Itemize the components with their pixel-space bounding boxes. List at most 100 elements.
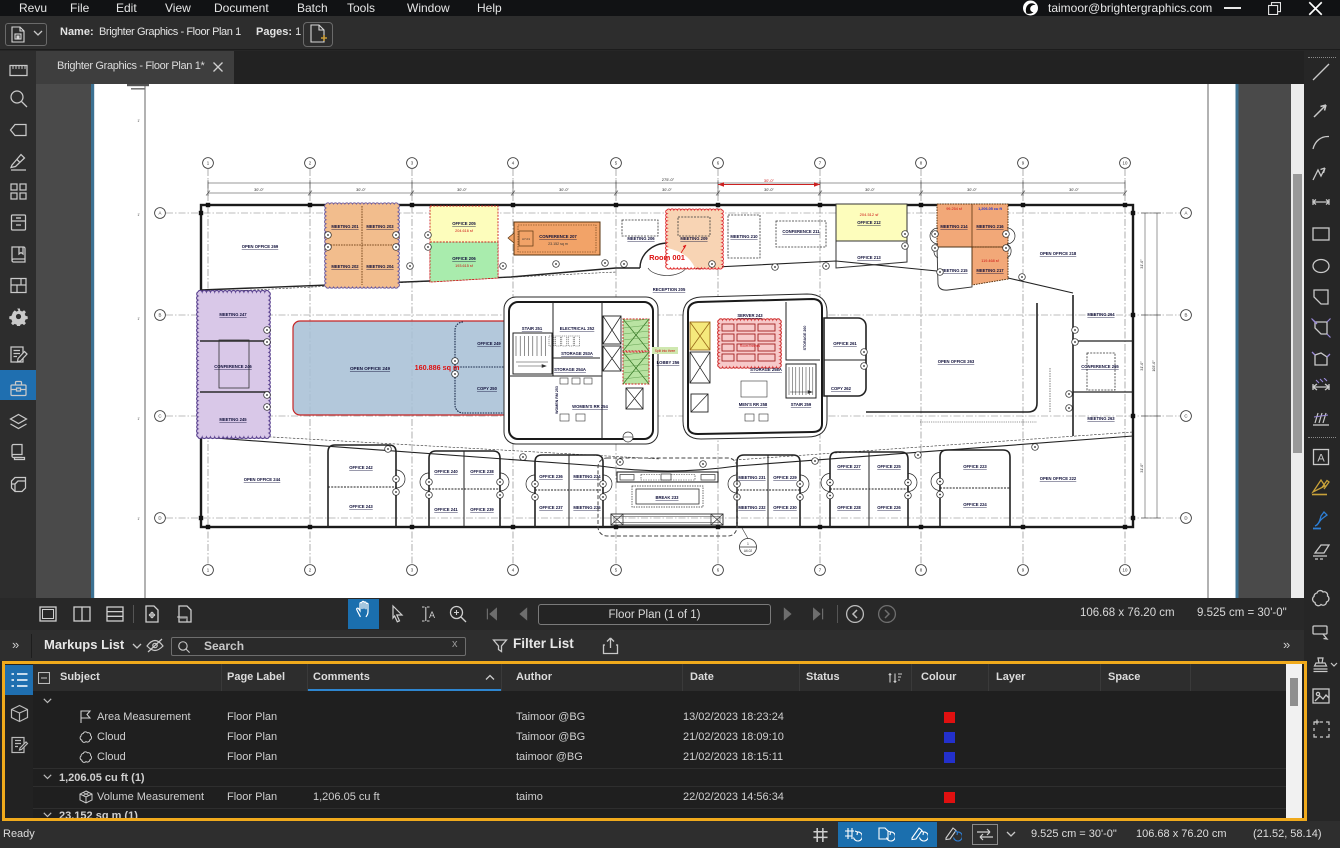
svg-text:31'-0": 31'-0" <box>1140 259 1144 269</box>
svg-text:30'-0": 30'-0" <box>764 188 774 192</box>
svg-text:COPY 250: COPY 250 <box>477 386 498 391</box>
svg-text:OFFICE 223: OFFICE 223 <box>963 464 987 469</box>
svg-text:31'-0": 31'-0" <box>1140 463 1144 473</box>
svg-text:MEETING 210: MEETING 210 <box>730 234 758 239</box>
svg-text:10: 10 <box>1123 161 1128 166</box>
svg-text:C: C <box>1184 414 1187 419</box>
svg-text:MEETING 203: MEETING 203 <box>366 224 394 229</box>
svg-text:OPEN OFFICE 222: OPEN OFFICE 222 <box>1040 476 1077 481</box>
svg-text:1': 1' <box>137 213 140 217</box>
svg-text:WOMEN'S RR 254: WOMEN'S RR 254 <box>572 404 608 409</box>
svg-text:30'-0": 30'-0" <box>764 178 775 183</box>
svg-text:99.254 sf: 99.254 sf <box>946 207 963 211</box>
svg-text:A: A <box>159 211 162 216</box>
svg-text:119.468 sf: 119.468 sf <box>981 259 999 263</box>
svg-text:A7-01: A7-01 <box>522 237 530 241</box>
svg-text:MEETING 214: MEETING 214 <box>940 224 968 229</box>
svg-text:MEETING 209: MEETING 209 <box>680 236 708 241</box>
svg-text:MEETING 264: MEETING 264 <box>1087 312 1115 317</box>
svg-text:MEETING 232: MEETING 232 <box>738 505 766 510</box>
svg-text:MEETING 247: MEETING 247 <box>219 312 247 317</box>
svg-text:A6.02: A6.02 <box>744 549 753 553</box>
svg-text:STORAGE 253A: STORAGE 253A <box>561 351 593 356</box>
svg-text:MEETING 202: MEETING 202 <box>331 264 359 269</box>
svg-text:OPEN OFFICE 244: OPEN OFFICE 244 <box>244 477 281 482</box>
svg-text:COPY 262: COPY 262 <box>831 386 852 391</box>
svg-text:MEETING 235: MEETING 235 <box>573 505 601 510</box>
svg-text:30'-0": 30'-0" <box>457 188 467 192</box>
svg-text:OPEN OFFICE 269: OPEN OFFICE 269 <box>242 244 279 249</box>
svg-text:204.616 sf: 204.616 sf <box>455 229 474 233</box>
svg-text:LOBBY 256: LOBBY 256 <box>657 360 680 365</box>
svg-text:OFFICE 228: OFFICE 228 <box>837 505 861 510</box>
svg-text:OFFICE 230: OFFICE 230 <box>773 505 797 510</box>
svg-text:OFFICE 237: OFFICE 237 <box>539 505 563 510</box>
svg-text:STORAGE 254A: STORAGE 254A <box>554 367 586 372</box>
svg-text:OFFICE 226: OFFICE 226 <box>877 505 901 510</box>
svg-text:10: 10 <box>1123 568 1128 573</box>
svg-text:OFFICE 212: OFFICE 212 <box>857 220 881 225</box>
svg-text:C: C <box>158 414 161 419</box>
svg-text:30'-0": 30'-0" <box>254 188 264 192</box>
svg-text:30'-0": 30'-0" <box>865 188 875 192</box>
svg-text:MEETING 216: MEETING 216 <box>976 224 1004 229</box>
svg-text:30'-0": 30'-0" <box>356 188 366 192</box>
svg-text:31'-0": 31'-0" <box>1140 361 1144 371</box>
svg-text:OFFICE 238: OFFICE 238 <box>470 469 494 474</box>
svg-text:STORAGE 260: STORAGE 260 <box>803 326 807 351</box>
svg-text:MEETING 245: MEETING 245 <box>219 417 247 422</box>
svg-text:OPEN OFFICE 218: OPEN OFFICE 218 <box>1040 251 1077 256</box>
svg-text:RECEPTION 205: RECEPTION 205 <box>653 287 686 292</box>
svg-text:CONFERENCE 211: CONFERENCE 211 <box>782 229 820 234</box>
svg-text:30'-0": 30'-0" <box>559 188 569 192</box>
svg-text:OFFICE 239: OFFICE 239 <box>470 507 494 512</box>
svg-text:OPEN OFFICE 263: OPEN OFFICE 263 <box>938 359 975 364</box>
svg-text:OFFICE 225: OFFICE 225 <box>877 464 901 469</box>
svg-text:30'-0": 30'-0" <box>967 188 977 192</box>
svg-text:MEETING 206: MEETING 206 <box>627 236 655 241</box>
svg-text:D: D <box>1184 516 1187 521</box>
svg-text:MEETING 201: MEETING 201 <box>331 224 359 229</box>
svg-text:STAIR 251: STAIR 251 <box>522 326 543 331</box>
svg-text:CONFERENCE 207: CONFERENCE 207 <box>539 234 577 239</box>
svg-text:OFFICE 213: OFFICE 213 <box>857 255 881 260</box>
svg-text:OFFICE 261: OFFICE 261 <box>833 341 857 346</box>
svg-text:SERVER 243: SERVER 243 <box>737 313 763 318</box>
svg-text:WOMEN RM 253: WOMEN RM 253 <box>555 386 559 414</box>
svg-text:30'-0": 30'-0" <box>1069 188 1079 192</box>
svg-text:STORAGE 258A: STORAGE 258A <box>750 367 782 372</box>
svg-text:OFFICE 243: OFFICE 243 <box>349 504 373 509</box>
svg-text:1': 1' <box>137 417 140 421</box>
svg-text:OFFICE 242: OFFICE 242 <box>349 465 373 470</box>
svg-text:OFFICE 206: OFFICE 206 <box>452 256 476 261</box>
svg-text:1: 1 <box>747 542 749 546</box>
svg-text:193.615 sf: 193.615 sf <box>455 264 474 268</box>
svg-text:Split into three: Split into three <box>655 349 676 353</box>
svg-text:OFFICE 227: OFFICE 227 <box>837 464 861 469</box>
svg-text:Room finishes: Room finishes <box>740 344 761 348</box>
svg-text:CONFERENCE 265: CONFERENCE 265 <box>1081 364 1119 369</box>
svg-text:1': 1' <box>137 517 140 521</box>
svg-text:A: A <box>1185 211 1188 216</box>
svg-text:MEETING 231: MEETING 231 <box>738 475 766 480</box>
svg-text:MEETING 215: MEETING 215 <box>940 268 968 273</box>
svg-text:23.152 sq m: 23.152 sq m <box>548 242 568 246</box>
svg-text:BREAK 233: BREAK 233 <box>655 495 679 500</box>
svg-text:30'-0": 30'-0" <box>662 188 672 192</box>
svg-text:OPEN OFFICE 249: OPEN OFFICE 249 <box>350 366 391 371</box>
svg-text:D: D <box>158 516 161 521</box>
svg-text:B: B <box>1185 313 1188 318</box>
svg-text:OFFICE 236: OFFICE 236 <box>539 474 563 479</box>
svg-text:275'-0": 275'-0" <box>662 177 675 182</box>
svg-text:OFFICE 229: OFFICE 229 <box>773 475 797 480</box>
svg-text:A: A <box>429 610 435 620</box>
svg-text:1': 1' <box>137 317 140 321</box>
svg-text:103'-0": 103'-0" <box>1152 360 1156 372</box>
svg-text:1': 1' <box>137 119 140 123</box>
svg-text:A: A <box>1317 453 1325 465</box>
svg-text:1,206.05 cu ft: 1,206.05 cu ft <box>978 207 1003 211</box>
svg-text:CONFERENCE 246: CONFERENCE 246 <box>214 364 252 369</box>
svg-text:MEETING 263: MEETING 263 <box>1087 416 1115 421</box>
svg-text:OFFICE 241: OFFICE 241 <box>434 507 458 512</box>
svg-text:Room 001: Room 001 <box>649 253 685 262</box>
